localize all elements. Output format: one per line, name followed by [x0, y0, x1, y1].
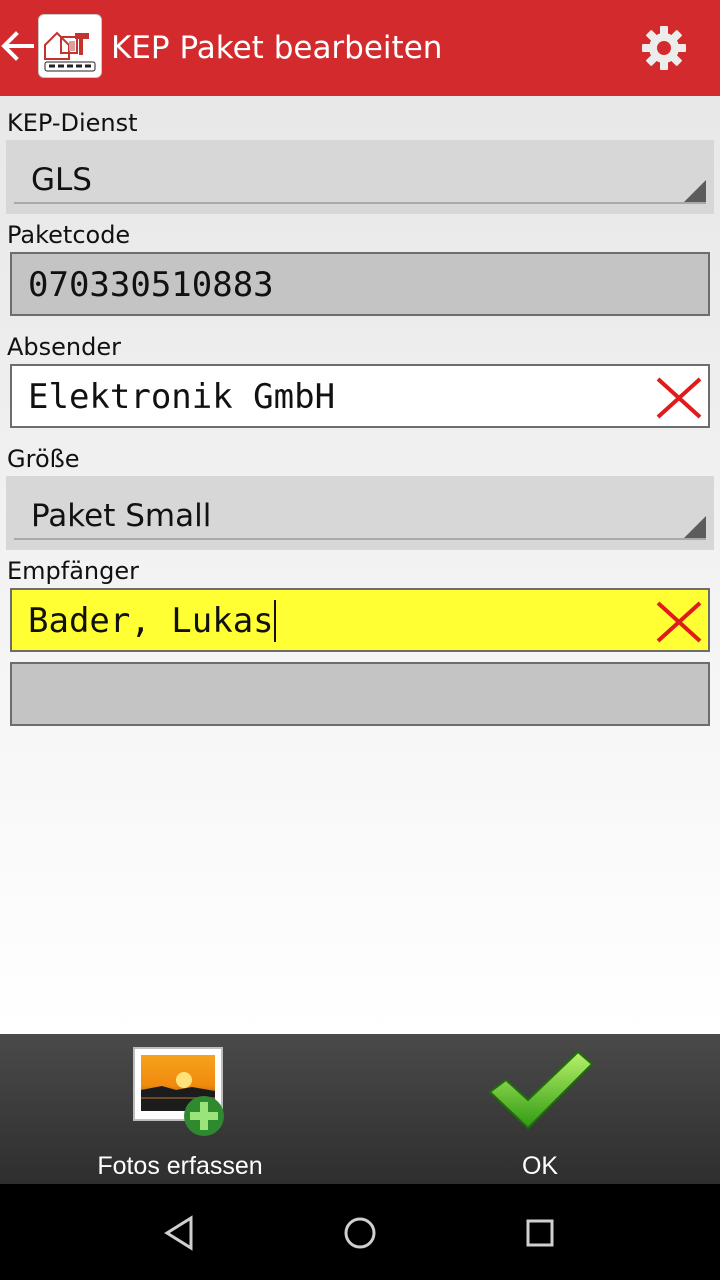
absender-field[interactable]: Elektronik GmbH [10, 364, 710, 428]
text-caret [273, 600, 276, 642]
arrow-back-icon [1, 31, 34, 61]
app-bar: KEP Paket bearbeiten [0, 0, 720, 96]
dropdown-triangle-icon [684, 516, 706, 538]
empfaenger-clear-button[interactable] [654, 597, 704, 647]
groesse-value: Paket Small [31, 498, 212, 534]
checkmark-icon [488, 1050, 594, 1130]
select-underline [14, 202, 706, 204]
nav-back-button[interactable] [155, 1208, 205, 1258]
app-logo-icon [44, 31, 96, 72]
kep-dienst-select[interactable]: GLS [6, 140, 714, 214]
kep-dienst-label: KEP-Dienst [7, 109, 138, 137]
nav-recents-button[interactable] [515, 1208, 565, 1258]
empfaenger-value-wrap: Bader, Lukas [28, 600, 276, 642]
groesse-label: Größe [7, 445, 80, 473]
page-title: KEP Paket bearbeiten [111, 30, 443, 66]
add-photo-icon [133, 1047, 224, 1136]
kep-dienst-value: GLS [31, 162, 92, 198]
absender-label: Absender [7, 333, 121, 361]
nav-recents-icon [526, 1219, 554, 1247]
settings-button[interactable] [638, 22, 690, 74]
fotos-erfassen-label: Fotos erfassen [97, 1152, 263, 1180]
absender-clear-button[interactable] [654, 373, 704, 423]
gear-icon [642, 26, 686, 70]
paketcode-value: 070330510883 [28, 265, 274, 305]
app-logo [38, 14, 102, 78]
paketcode-field[interactable]: 070330510883 [10, 252, 710, 316]
empfaenger-label: Empfänger [7, 557, 140, 585]
extra-field[interactable] [10, 662, 710, 726]
empfaenger-value: Bader, Lukas [28, 601, 274, 641]
ok-button[interactable]: OK [420, 1034, 660, 1184]
back-button[interactable] [0, 24, 36, 68]
dropdown-triangle-icon [684, 180, 706, 202]
nav-back-icon [164, 1215, 193, 1251]
empfaenger-field[interactable]: Bader, Lukas [10, 588, 710, 652]
nav-home-button[interactable] [335, 1208, 385, 1258]
paketcode-label: Paketcode [7, 221, 131, 249]
fotos-erfassen-button[interactable]: Fotos erfassen [60, 1034, 300, 1184]
ok-label: OK [521, 1152, 559, 1180]
action-bar: Fotos erfassen OK [0, 1034, 720, 1184]
system-nav-bar [0, 1184, 720, 1280]
select-underline [14, 538, 706, 540]
absender-value: Elektronik GmbH [28, 377, 336, 417]
nav-home-icon [344, 1217, 376, 1249]
close-icon [656, 377, 702, 419]
groesse-select[interactable]: Paket Small [6, 476, 714, 550]
close-icon [656, 601, 702, 643]
